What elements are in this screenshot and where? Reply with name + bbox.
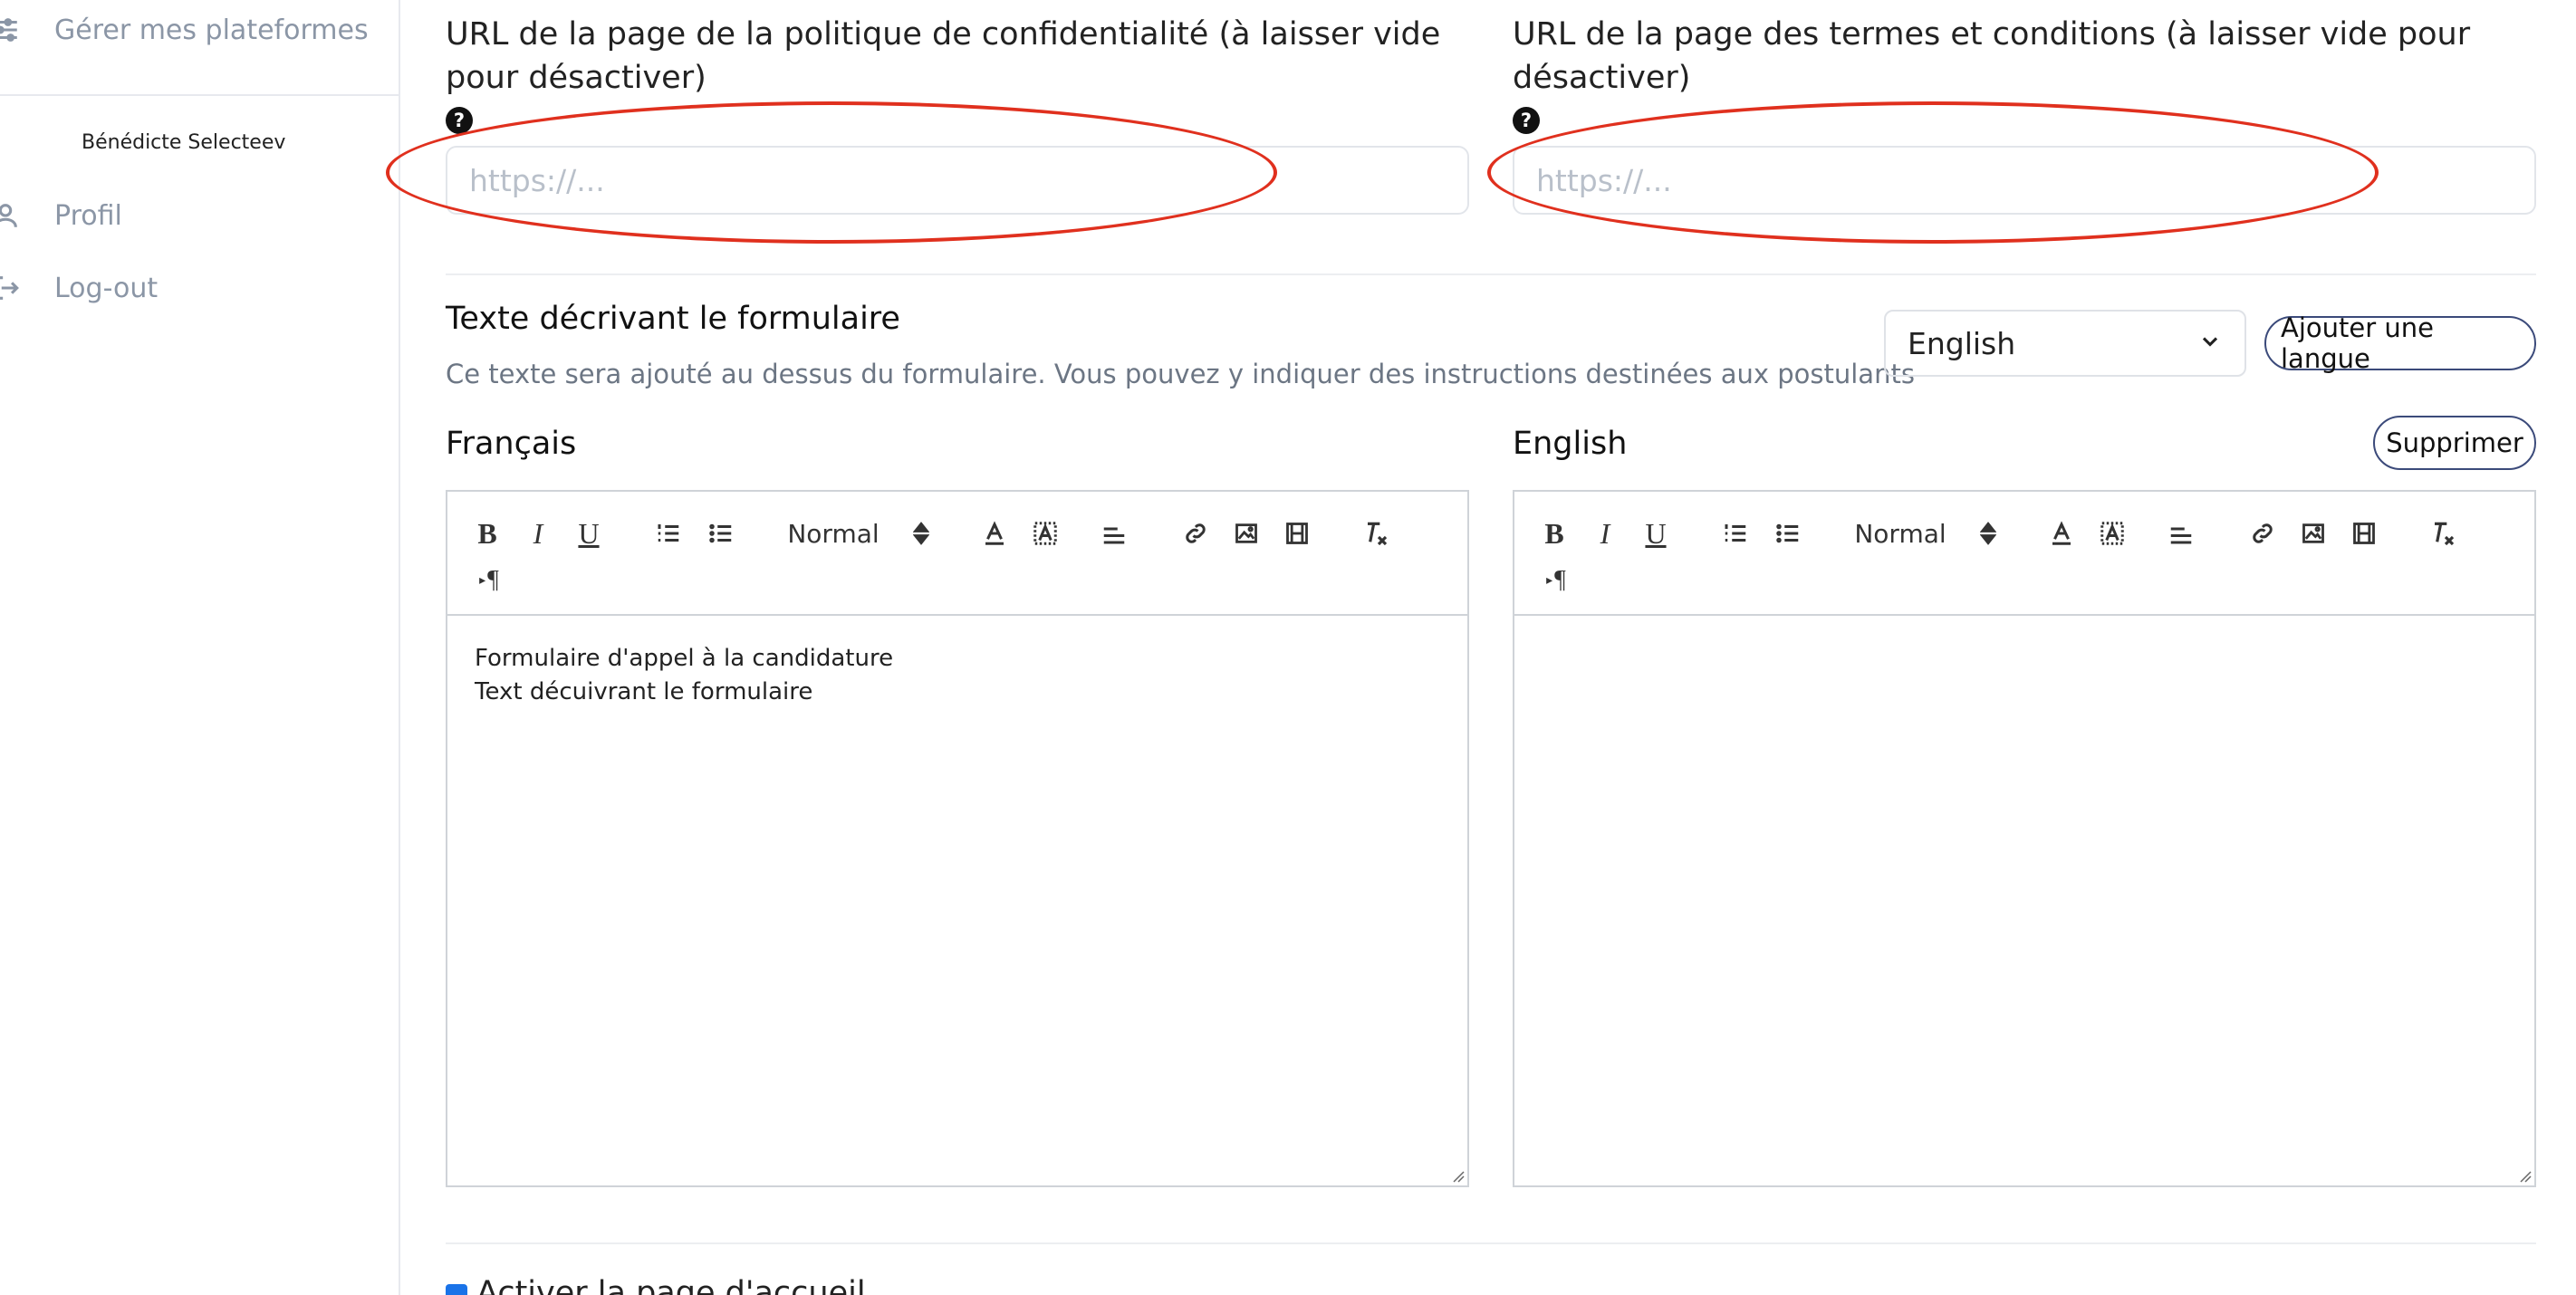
homepage-checkbox-label: Activer la page d'accueil <box>476 1275 866 1295</box>
editor-line: Formulaire d'appel à la candidature <box>475 645 894 672</box>
select-arrows-icon[interactable] <box>909 515 933 552</box>
italic-button[interactable]: I <box>520 515 556 552</box>
user-icon <box>0 197 24 234</box>
sidebar-user-name: Bénédicte Selecteev <box>82 131 286 154</box>
add-language-button[interactable]: Ajouter une langue <box>2264 312 2536 374</box>
terms-help-icon[interactable]: ? <box>1513 107 1540 134</box>
text-direction-icon[interactable]: ▸ ¶ <box>471 562 507 599</box>
bullet-list-icon[interactable] <box>1770 515 1806 552</box>
video-icon[interactable] <box>1279 515 1315 552</box>
select-arrows-icon[interactable] <box>1976 515 2000 552</box>
sidebar-item-label: Log-out <box>54 272 159 304</box>
language-select-value: English <box>1908 325 2016 361</box>
align-icon[interactable] <box>2163 515 2199 552</box>
language-select[interactable]: English <box>1884 310 2246 377</box>
privacy-url-input[interactable] <box>446 146 1469 215</box>
french-editor-title: Français <box>446 426 577 462</box>
sidebar-item-label: Profil <box>54 199 122 232</box>
resize-grip-icon[interactable] <box>1450 1168 1465 1183</box>
direction-symbol: ¶ <box>487 566 499 594</box>
clear-format-icon[interactable] <box>2424 515 2460 552</box>
chevron-down-icon <box>2197 326 2223 361</box>
link-icon[interactable] <box>2244 515 2281 552</box>
header-format-select[interactable]: Normal <box>787 515 879 552</box>
editor-toolbar: B I U Normal ▸ ¶ <box>447 492 1467 616</box>
text-direction-icon[interactable]: ▸ ¶ <box>1538 562 1574 599</box>
sidebar-divider <box>0 94 400 96</box>
section-divider <box>446 1242 2536 1244</box>
underline-button[interactable]: U <box>571 515 607 552</box>
direction-symbol: ¶ <box>1554 566 1566 594</box>
main-content: URL de la page de la politique de confid… <box>386 0 2536 1295</box>
image-icon[interactable] <box>2295 515 2331 552</box>
italic-button[interactable]: I <box>1587 515 1623 552</box>
sidebar: Gérer mes plateformes Bénédicte Selectee… <box>0 0 400 1295</box>
video-icon[interactable] <box>2346 515 2382 552</box>
header-format-select[interactable]: Normal <box>1854 515 1946 552</box>
privacy-url-label: URL de la page de la politique de confid… <box>446 16 1441 96</box>
image-icon[interactable] <box>1228 515 1264 552</box>
background-color-icon[interactable] <box>1027 515 1063 552</box>
homepage-checkbox[interactable] <box>446 1284 467 1295</box>
link-icon[interactable] <box>1177 515 1214 552</box>
background-color-icon[interactable] <box>2094 515 2130 552</box>
bold-button[interactable]: B <box>1536 515 1572 552</box>
ordered-list-icon[interactable] <box>1717 515 1754 552</box>
privacy-help-icon[interactable]: ? <box>446 107 473 134</box>
sliders-icon <box>0 12 24 48</box>
resize-grip-icon[interactable] <box>2517 1168 2532 1183</box>
align-icon[interactable] <box>1096 515 1132 552</box>
clear-format-icon[interactable] <box>1357 515 1393 552</box>
form-description-title: Texte décrivant le formulaire <box>446 301 900 337</box>
form-description-help: Ce texte sera ajouté au dessus du formul… <box>446 359 1915 389</box>
text-color-icon[interactable] <box>976 515 1013 552</box>
editor-line: Text décuivrant le formulaire <box>475 678 813 705</box>
delete-language-button[interactable]: Supprimer <box>2373 416 2536 470</box>
text-color-icon[interactable] <box>2043 515 2080 552</box>
sidebar-item-label: Gérer mes plateformes <box>54 14 369 46</box>
logout-icon <box>0 270 24 306</box>
french-rich-text-editor: B I U Normal ▸ ¶ Formulaire d'appel à la… <box>446 490 1469 1187</box>
english-rich-text-editor: B I U Normal ▸ ¶ <box>1513 490 2536 1187</box>
sidebar-item-profile[interactable]: Profil <box>0 193 122 238</box>
ordered-list-icon[interactable] <box>650 515 687 552</box>
english-editor-title: English <box>1513 426 1628 462</box>
bullet-list-icon[interactable] <box>703 515 739 552</box>
sidebar-item-logout[interactable]: Log-out <box>0 265 158 311</box>
editor-toolbar: B I U Normal ▸ ¶ <box>1514 492 2534 616</box>
underline-button[interactable]: U <box>1638 515 1674 552</box>
terms-url-label: URL de la page des termes et conditions … <box>1513 16 2471 96</box>
sidebar-item-manage-platforms[interactable]: Gérer mes plateformes <box>0 7 369 53</box>
bold-button[interactable]: B <box>469 515 505 552</box>
section-divider <box>446 273 2536 275</box>
french-editor-content[interactable]: Formulaire d'appel à la candidature Text… <box>475 642 893 709</box>
terms-url-input[interactable] <box>1513 146 2536 215</box>
